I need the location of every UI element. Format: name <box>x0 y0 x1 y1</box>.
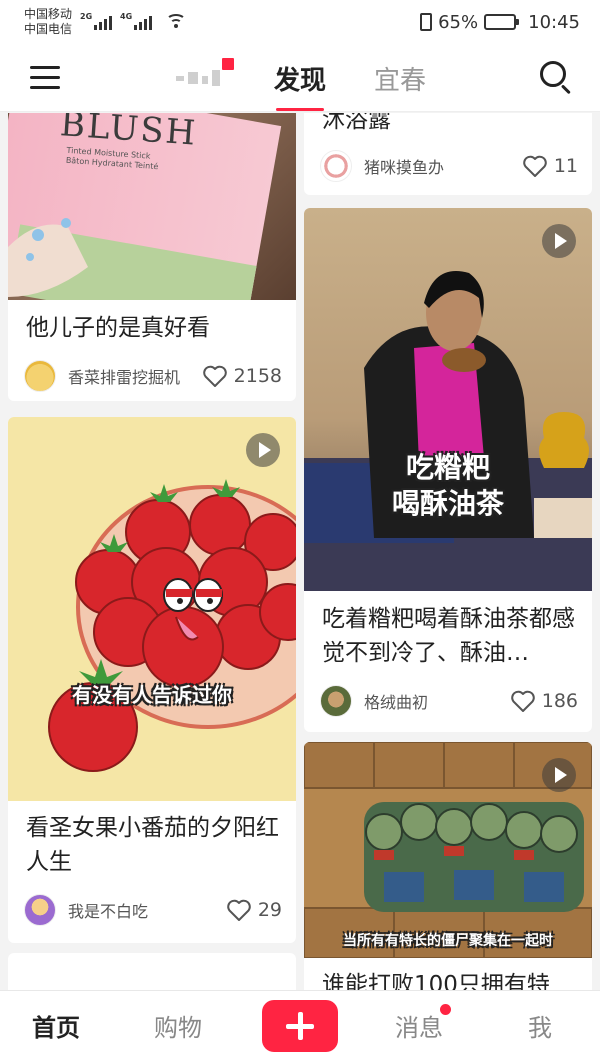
video-play-icon[interactable] <box>542 224 576 258</box>
note-cover-image: 吃糌粑 喝酥油茶 <box>304 208 592 591</box>
note-title: 吃着糌粑喝着酥油茶都感觉不到冷了、酥油… <box>322 606 575 666</box>
nav-me[interactable]: 我 <box>528 1008 552 1043</box>
note-meta: 猪咪摸鱼办 11 <box>320 149 578 183</box>
heart-icon <box>523 155 547 177</box>
video-play-icon[interactable] <box>542 758 576 792</box>
network-type-1: 2G <box>80 12 93 21</box>
person-drinking-tea-photo <box>304 271 592 591</box>
note-card[interactable]: 吃糌粑 喝酥油茶 吃着糌粑喝着酥油茶都感觉不到冷了、酥油… 格绒曲初 186 <box>304 208 592 732</box>
carrier-2-name: 中国电信 <box>24 22 73 36</box>
heart-icon <box>510 690 535 712</box>
like-button[interactable]: 11 <box>522 154 578 178</box>
note-title: 他儿子的是真好看 <box>26 315 210 341</box>
like-count: 186 <box>541 690 578 712</box>
avatar[interactable] <box>24 360 56 392</box>
signal-icon: 4G <box>120 12 153 30</box>
like-button[interactable]: 29 <box>226 898 282 922</box>
note-cover-image: 有没有人告诉过你 <box>8 417 296 801</box>
author-name[interactable]: 猪咪摸鱼办 <box>364 154 522 178</box>
menu-icon[interactable] <box>30 66 60 90</box>
video-caption: 吃糌粑 喝酥油茶 <box>391 451 504 520</box>
search-icon[interactable] <box>540 61 572 95</box>
tab-discover-label: 发现 <box>274 66 327 96</box>
clock: 10:45 <box>528 11 580 33</box>
note-meta: 香菜排雷挖掘机 2158 <box>24 359 282 393</box>
status-bar: 中国移动 中国电信 2G 4G 65% 10:45 <box>0 0 600 44</box>
note-title: 沐浴露 <box>322 113 391 133</box>
heart-icon <box>227 899 251 921</box>
like-count: 2158 <box>233 365 282 387</box>
note-title: 看圣女果小番茄的夕阳红人生 <box>26 815 279 875</box>
signal-icon: 2G <box>80 12 113 30</box>
note-card[interactable] <box>8 953 296 990</box>
note-cover-image: BLUSH Tinted Moisture Stick Bâton Hydrat… <box>8 113 296 300</box>
top-header: 发现 宜春 <box>0 44 600 112</box>
battery-percent: 65% <box>438 11 479 33</box>
note-card[interactable]: BLUSH Tinted Moisture Stick Bâton Hydrat… <box>8 113 296 401</box>
network-type-2: 4G <box>120 12 133 21</box>
author-name[interactable]: 香菜排雷挖掘机 <box>68 364 202 388</box>
status-right: 65% 10:45 <box>420 12 580 33</box>
nav-messages-label: 消息 <box>395 1014 443 1042</box>
video-caption: 当所有有特长的僵尸聚集在一起时 <box>343 933 553 949</box>
avatar[interactable] <box>320 685 352 717</box>
bottom-nav: 首页 购物 消息 我 <box>0 990 600 1053</box>
note-title: 谁能打败100只拥有特 <box>322 972 550 990</box>
tab-yichun[interactable]: 宜春 <box>374 60 426 97</box>
tab-discover[interactable]: 发现 <box>274 60 327 111</box>
note-meta: 格绒曲初 186 <box>320 684 578 718</box>
carrier-1-name: 中国移动 <box>24 7 73 21</box>
video-caption: 有没有人告诉过你 <box>72 683 232 707</box>
like-count: 29 <box>257 899 282 921</box>
like-button[interactable]: 186 <box>510 689 578 713</box>
nav-messages[interactable]: 消息 <box>395 1004 451 1043</box>
author-name[interactable]: 格绒曲初 <box>364 689 510 713</box>
app-logo-icon <box>176 58 234 94</box>
like-count: 11 <box>553 155 578 177</box>
note-meta: 我是不白吃 29 <box>24 893 282 927</box>
note-feed: BLUSH Tinted Moisture Stick Bâton Hydrat… <box>0 113 600 990</box>
vibrate-icon <box>420 13 433 31</box>
note-cover-image: 当所有有特长的僵尸聚集在一起时 <box>304 742 592 958</box>
note-card[interactable]: 当所有有特长的僵尸聚集在一起时 谁能打败100只拥有特 <box>304 742 592 990</box>
tomato-cartoon-illustration <box>48 479 296 772</box>
video-play-icon[interactable] <box>246 433 280 467</box>
publish-button[interactable] <box>262 1000 338 1052</box>
nav-home[interactable]: 首页 <box>32 1008 80 1043</box>
nav-shopping[interactable]: 购物 <box>154 1008 202 1043</box>
author-name[interactable]: 我是不白吃 <box>68 898 226 922</box>
battery-icon <box>484 14 520 30</box>
like-button[interactable]: 2158 <box>202 364 282 388</box>
carrier-info: 中国移动 中国电信 2G 4G <box>24 7 187 37</box>
unread-badge <box>440 1004 451 1015</box>
heart-icon <box>202 365 227 387</box>
note-card[interactable]: 沐浴露 猪咪摸鱼办 11 <box>304 113 592 195</box>
avatar[interactable] <box>320 150 352 182</box>
active-tab-indicator <box>276 108 325 111</box>
wifi-icon <box>166 14 187 30</box>
avatar[interactable] <box>24 894 56 926</box>
tab-yichun-label: 宜春 <box>374 66 427 96</box>
note-card[interactable]: 有没有人告诉过你 看圣女果小番茄的夕阳红人生 我是不白吃 29 <box>8 417 296 943</box>
